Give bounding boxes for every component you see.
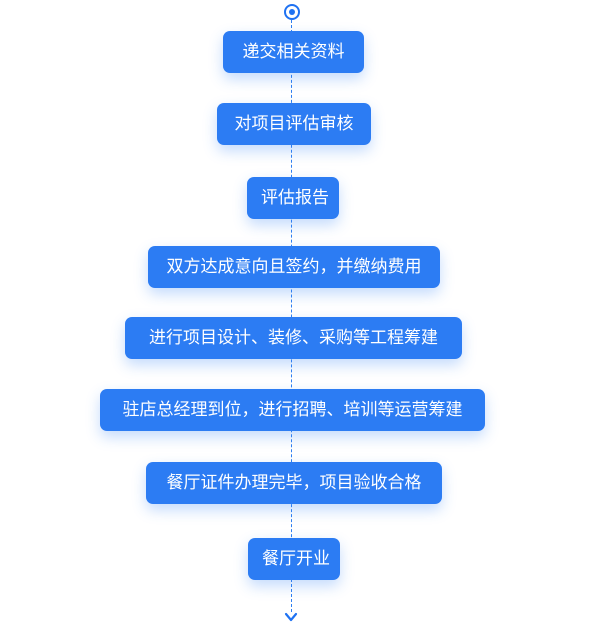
flow-step-2: 对项目评估审核 xyxy=(217,103,371,145)
chevron-down-icon xyxy=(284,612,298,622)
flow-step-6: 驻店总经理到位，进行招聘、培训等运营筹建 xyxy=(100,389,485,431)
flow-step-5: 进行项目设计、装修、采购等工程筹建 xyxy=(125,317,462,359)
flow-step-8: 餐厅开业 xyxy=(248,538,340,580)
flow-step-4: 双方达成意向且签约，并缴纳费用 xyxy=(148,246,440,288)
start-dot-icon xyxy=(284,4,300,20)
flow-step-7: 餐厅证件办理完毕，项目验收合格 xyxy=(146,462,442,504)
flow-step-1: 递交相关资料 xyxy=(223,31,364,73)
flow-step-3: 评估报告 xyxy=(247,177,339,219)
